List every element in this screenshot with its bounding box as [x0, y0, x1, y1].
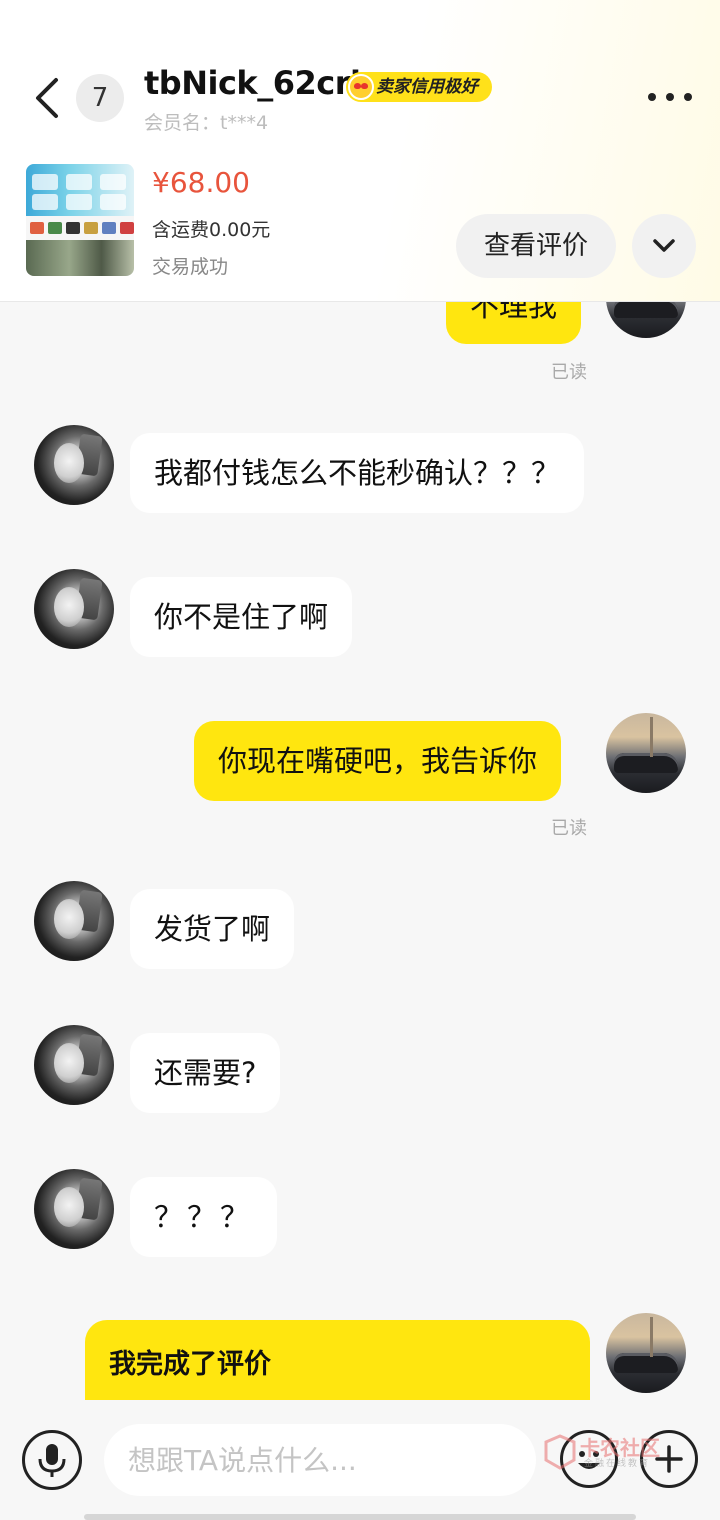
contact-nickname[interactable]: tbNick_62cri [144, 64, 361, 102]
seller-avatar[interactable] [34, 1025, 114, 1105]
chevron-down-icon [653, 239, 675, 252]
message-bubble-incoming[interactable]: 我都付钱怎么不能秒确认？？？ [130, 433, 585, 513]
message-text: 你不是住了啊 [154, 600, 329, 634]
unread-count-badge[interactable]: 7 [76, 74, 124, 122]
message-text: 还需要? [154, 1056, 257, 1090]
message-bubble-incoming[interactable]: ？？？ [130, 1177, 278, 1257]
seller-avatar[interactable] [34, 569, 114, 649]
product-thumbnail[interactable] [26, 164, 134, 276]
trade-status: 交易成功 [152, 256, 229, 278]
member-name: 会员名：t***4 [144, 112, 269, 134]
message-bubble-outgoing[interactable]: 你现在嘴硬吧，我告诉你 [194, 721, 562, 801]
watermark-icon [544, 1434, 576, 1470]
voice-button[interactable] [22, 1430, 82, 1490]
message-text: ？？？ [154, 1200, 254, 1234]
home-indicator[interactable] [84, 1514, 636, 1520]
message-text: 发货了啊 [154, 912, 271, 946]
shipping-fee: 含运费0.00元 [152, 219, 271, 241]
watermark-logo: 卡农社区 金融在线教育 [540, 1432, 660, 1470]
seller-avatar[interactable] [34, 425, 114, 505]
message-bubble-incoming[interactable]: 你不是住了啊 [130, 577, 353, 657]
read-receipt: 已读 [551, 818, 587, 839]
evaluation-card-title: 我完成了评价 [109, 1349, 271, 1380]
view-review-button[interactable]: 查看评价 [456, 214, 616, 278]
message-bubble-incoming[interactable]: 发货了啊 [130, 889, 295, 969]
message-text: 你现在嘴硬吧，我告诉你 [218, 744, 538, 778]
my-avatar[interactable] [606, 1313, 686, 1393]
back-button[interactable] [28, 74, 68, 122]
product-price: ¥68.00 [152, 166, 250, 199]
heart-eyes-emoji-icon [348, 74, 374, 100]
my-avatar[interactable] [606, 713, 686, 793]
chat-header: 7 tbNick_62cri 卖家信用极好 会员名：t***4 ¥68.00 含… [0, 0, 720, 302]
input-bar: 卡农社区 金融在线教育 [0, 1400, 720, 1520]
back-arrow-icon [36, 78, 58, 118]
message-input[interactable] [104, 1424, 536, 1496]
seller-avatar[interactable] [34, 881, 114, 961]
read-receipt: 已读 [551, 362, 587, 383]
credit-badge-label: 卖家信用极好 [376, 77, 478, 97]
mic-icon [38, 1444, 66, 1477]
more-button[interactable] [642, 82, 692, 112]
credit-badge[interactable]: 卖家信用极好 [346, 72, 492, 102]
expand-button[interactable] [632, 214, 696, 278]
more-icon [648, 93, 656, 101]
seller-avatar[interactable] [34, 1169, 114, 1249]
message-bubble-incoming[interactable]: 还需要? [130, 1033, 281, 1113]
message-text: 我都付钱怎么不能秒确认？？？ [154, 456, 561, 490]
watermark-subtext: 金融在线教育 [584, 1459, 651, 1469]
